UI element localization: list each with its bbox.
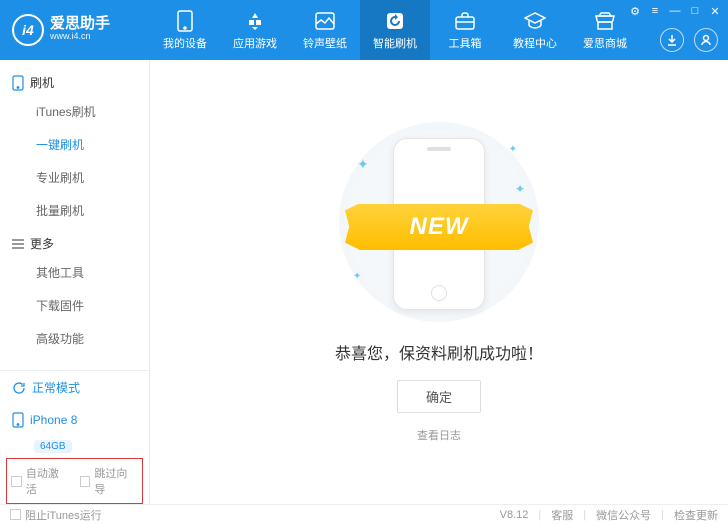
nav-toolbox[interactable]: 工具箱 <box>430 0 500 60</box>
nav-flash[interactable]: 智能刷机 <box>360 0 430 60</box>
storage-badge: 64GB <box>34 440 72 453</box>
update-link[interactable]: 检查更新 <box>674 507 718 523</box>
sidebar-item-batch[interactable]: 批量刷机 <box>0 194 149 227</box>
maximize-icon[interactable]: □ <box>688 4 702 18</box>
options-highlight: 自动激活 跳过向导 <box>6 458 143 504</box>
sidebar-item-oneclick[interactable]: 一键刷机 <box>0 128 149 161</box>
nav-my-device[interactable]: 我的设备 <box>150 0 220 60</box>
block-itunes-checkbox[interactable]: 阻止iTunes运行 <box>10 507 102 523</box>
service-link[interactable]: 客服 <box>551 507 573 523</box>
new-banner: NEW <box>359 204 519 250</box>
device-row[interactable]: iPhone 8 <box>0 404 149 436</box>
wechat-link[interactable]: 微信公众号 <box>596 507 651 523</box>
sidebar: 刷机 iTunes刷机 一键刷机 专业刷机 批量刷机 更多 其他工具 下载固件 … <box>0 60 150 504</box>
sidebar-item-advanced[interactable]: 高级功能 <box>0 322 149 355</box>
minimize-icon[interactable]: — <box>668 4 682 18</box>
version-label: V8.12 <box>500 509 529 521</box>
header: i4 爱思助手 www.i4.cn 我的设备 应用游戏 铃声壁纸 智能刷机 工具… <box>0 0 728 60</box>
education-icon <box>524 10 546 32</box>
footer: 阻止iTunes运行 V8.12 | 客服 | 微信公众号 | 检查更新 <box>0 504 728 524</box>
apps-icon <box>244 10 266 32</box>
settings-icon[interactable]: ⚙ <box>628 4 642 18</box>
sidebar-group-more[interactable]: 更多 <box>0 227 149 256</box>
image-icon <box>314 10 336 32</box>
logo-icon: i4 <box>12 14 44 46</box>
refresh-icon <box>384 10 406 32</box>
logo-title: 爱思助手 <box>50 17 110 30</box>
view-log-link[interactable]: 查看日志 <box>417 427 461 443</box>
success-illustration: ✦✦✦✦ NEW <box>339 122 539 322</box>
sidebar-item-download[interactable]: 下载固件 <box>0 289 149 322</box>
nav-apps[interactable]: 应用游戏 <box>220 0 290 60</box>
store-icon <box>594 10 616 32</box>
device-icon <box>174 10 196 32</box>
skip-wizard-checkbox[interactable]: 跳过向导 <box>80 465 139 497</box>
logo-url: www.i4.cn <box>50 30 110 43</box>
phone-icon <box>12 412 24 428</box>
logo[interactable]: i4 爱思助手 www.i4.cn <box>0 14 150 46</box>
sidebar-item-pro[interactable]: 专业刷机 <box>0 161 149 194</box>
main: 刷机 iTunes刷机 一键刷机 专业刷机 批量刷机 更多 其他工具 下载固件 … <box>0 60 728 504</box>
auto-activate-checkbox[interactable]: 自动激活 <box>11 465 70 497</box>
mode-row[interactable]: 正常模式 <box>0 371 149 404</box>
nav-tutorial[interactable]: 教程中心 <box>500 0 570 60</box>
content: ✦✦✦✦ NEW 恭喜您，保资料刷机成功啦！ 确定 查看日志 <box>150 60 728 504</box>
window-controls: ⚙ ≡ — □ ✕ <box>628 4 722 18</box>
success-message: 恭喜您，保资料刷机成功啦！ <box>335 340 543 364</box>
sidebar-item-other[interactable]: 其他工具 <box>0 256 149 289</box>
toolbox-icon <box>454 10 476 32</box>
sidebar-item-itunes[interactable]: iTunes刷机 <box>0 95 149 128</box>
ok-button[interactable]: 确定 <box>397 380 481 413</box>
refresh-icon <box>12 381 26 395</box>
sidebar-group-flash[interactable]: 刷机 <box>0 66 149 95</box>
menu-icon[interactable]: ≡ <box>648 4 662 18</box>
close-icon[interactable]: ✕ <box>708 4 722 18</box>
user-button[interactable] <box>694 28 718 52</box>
phone-icon <box>12 75 24 91</box>
nav-ringtones[interactable]: 铃声壁纸 <box>290 0 360 60</box>
top-nav: 我的设备 应用游戏 铃声壁纸 智能刷机 工具箱 教程中心 爱思商城 <box>150 0 640 60</box>
download-button[interactable] <box>660 28 684 52</box>
list-icon <box>12 238 24 250</box>
